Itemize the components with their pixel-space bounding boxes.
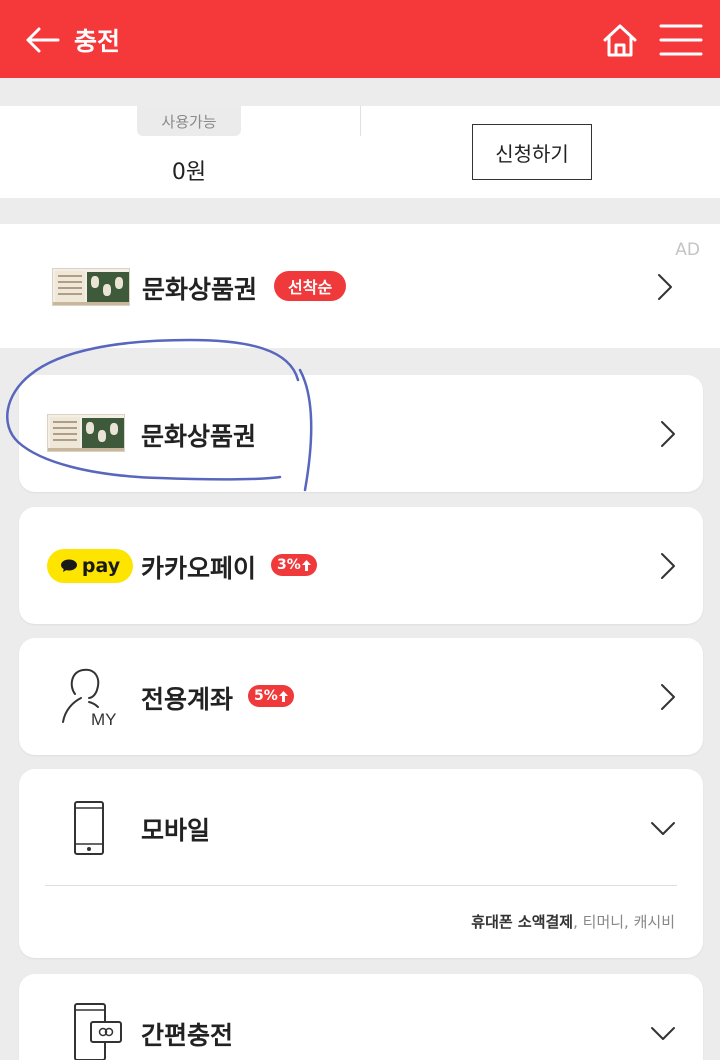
balance-panel: 사용가능 0원 신청하기: [0, 106, 720, 198]
easy-charge-label: 간편충전: [141, 1021, 234, 1050]
divider: [45, 885, 677, 886]
speech-bubble-icon: [60, 559, 77, 572]
kakaopay-logo-text: pay: [81, 555, 121, 577]
ad-item-label: 문화상품권: [142, 275, 258, 304]
home-button[interactable]: [600, 20, 640, 60]
ad-culture-voucher-row[interactable]: AD 문화상품권 선착순: [0, 224, 720, 348]
arrow-up-icon: [301, 559, 311, 571]
divider: [360, 106, 361, 136]
chevron-down-icon: [651, 1027, 675, 1040]
chevron-right-icon: [661, 553, 675, 579]
ad-tag: AD: [675, 240, 700, 260]
dedicated-account-bonus-value: 5%: [254, 688, 278, 704]
hamburger-icon: [659, 24, 703, 56]
kakaopay-bonus-value: 3%: [277, 557, 301, 573]
app-header: 충전: [0, 0, 720, 78]
kakaopay-bonus-badge: 3%: [271, 554, 317, 576]
kakaopay-logo: pay: [47, 549, 133, 583]
kakaopay-label: 카카오페이: [141, 554, 257, 583]
my-icon-text: MY: [91, 710, 117, 728]
my-account-user-icon: MY: [62, 668, 117, 728]
home-icon: [603, 24, 637, 57]
apply-button[interactable]: 신청하기: [472, 124, 592, 180]
arrow-up-icon: [278, 690, 288, 702]
culture-voucher-image: [52, 268, 130, 306]
chevron-right-icon: [658, 274, 672, 300]
balance-amount: 0원: [171, 160, 207, 185]
mobile-methods-note: 휴대폰 소액결제, 티머니, 캐시비: [471, 911, 675, 932]
easy-charge-card-phone-icon: [74, 1003, 122, 1060]
mobile-card: 모바일 휴대폰 소액결제, 티머니, 캐시비: [19, 769, 703, 958]
dedicated-account-bonus-badge: 5%: [248, 685, 294, 707]
chevron-down-icon: [651, 822, 675, 835]
culture-voucher-card[interactable]: 문화상품권: [19, 375, 703, 492]
first-come-badge: 선착순: [274, 271, 347, 301]
kakaopay-card[interactable]: pay 카카오페이 3%: [19, 507, 703, 624]
chevron-right-icon: [661, 684, 675, 710]
page-title: 충전: [74, 27, 121, 56]
dedicated-account-label: 전용계좌: [141, 685, 234, 714]
back-button[interactable]: [24, 24, 60, 56]
hamburger-menu-button[interactable]: [658, 22, 704, 58]
available-label: 사용가능: [137, 106, 241, 136]
micropayment-text: 휴대폰 소액결제: [471, 913, 574, 931]
easy-charge-card[interactable]: 간편충전: [19, 974, 703, 1060]
mobile-phone-icon: [74, 801, 104, 855]
culture-voucher-image: [47, 414, 125, 452]
culture-voucher-label: 문화상품권: [141, 422, 257, 451]
arrow-left-icon: [26, 27, 60, 53]
chevron-right-icon: [661, 421, 675, 447]
mobile-expand-row[interactable]: 모바일: [19, 769, 703, 885]
tmoney-cashbee-text: 티머니, 캐시비: [577, 913, 675, 931]
dedicated-account-card[interactable]: MY 전용계좌 5%: [19, 638, 703, 755]
mobile-label: 모바일: [141, 816, 211, 845]
